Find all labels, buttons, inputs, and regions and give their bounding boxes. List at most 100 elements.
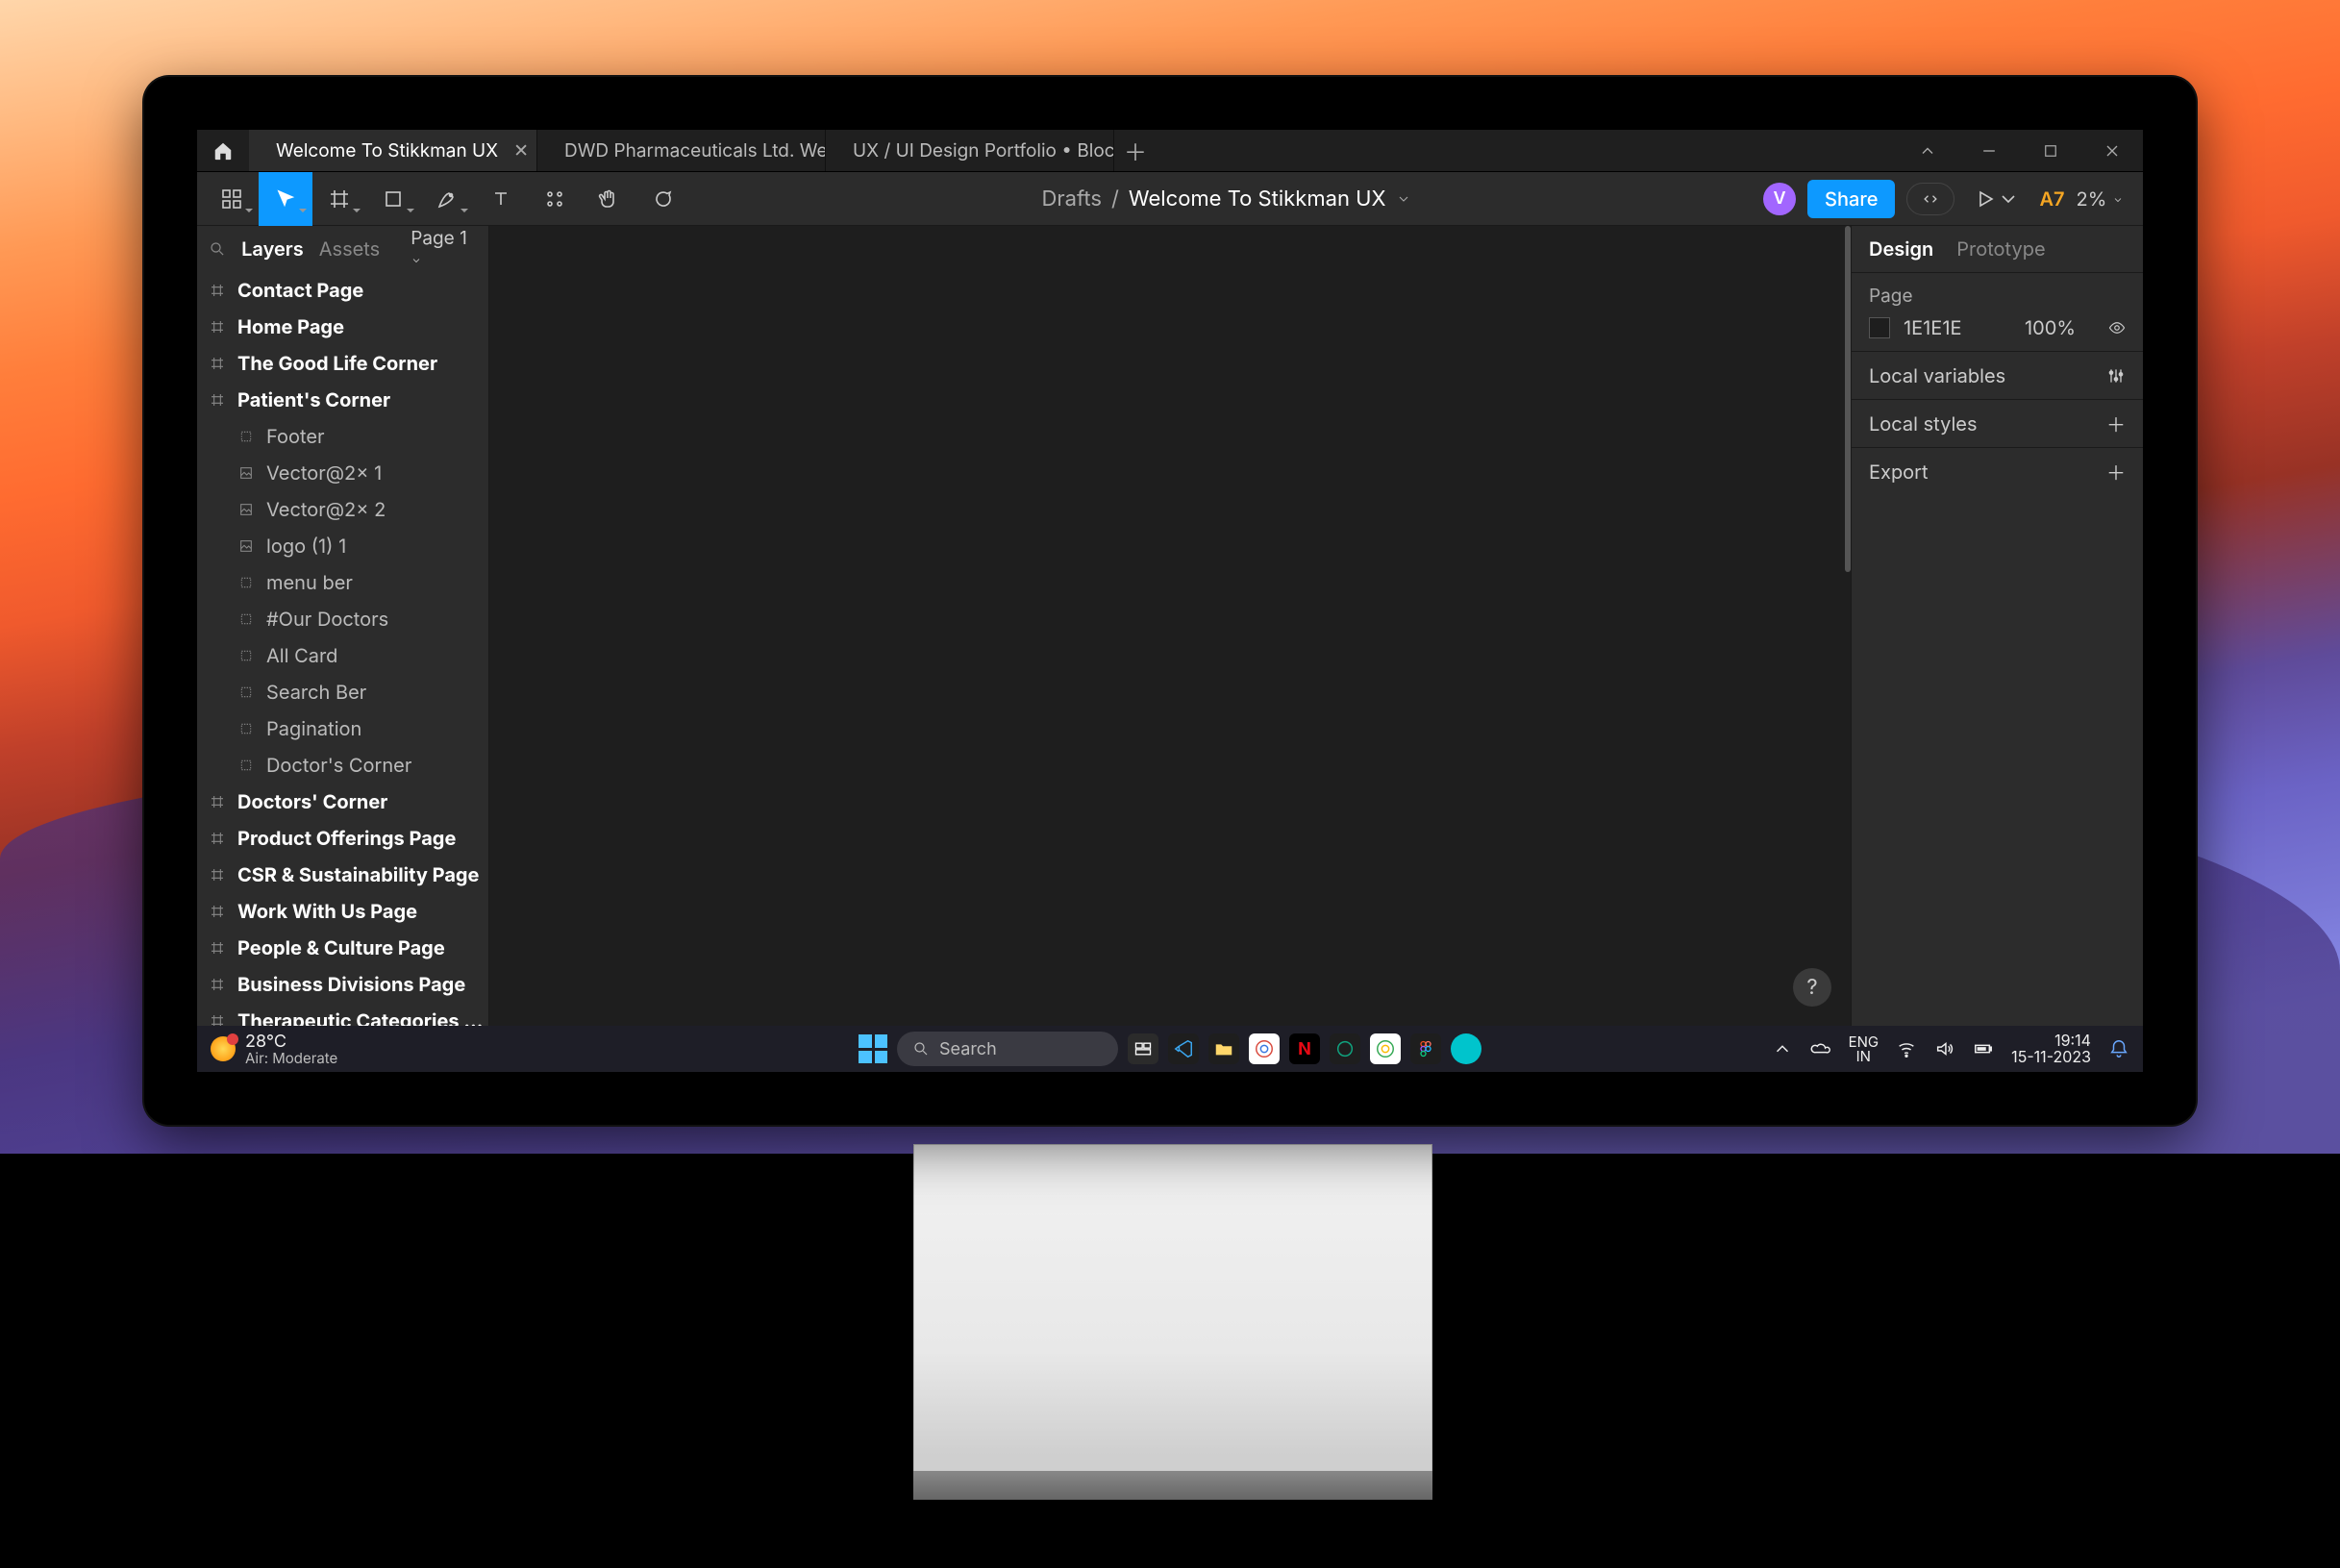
resources-button[interactable] — [528, 172, 582, 226]
layer-frame[interactable]: Contact Page — [197, 272, 488, 309]
share-button[interactable]: Share — [1807, 180, 1895, 218]
layer-frame[interactable]: Business Divisions Page — [197, 966, 488, 1003]
layer-frame[interactable]: The Good Life Corner — [197, 345, 488, 382]
comment-tool-button[interactable] — [635, 172, 689, 226]
local-variables-button[interactable]: Local variables — [1852, 351, 2143, 399]
onedrive-icon[interactable] — [1810, 1038, 1831, 1059]
tab-active[interactable]: Welcome To Stikkman UX ✕ — [249, 130, 537, 171]
design-tab[interactable]: Design — [1869, 237, 1933, 261]
layer-child[interactable]: #Our Doctors — [197, 601, 488, 637]
layers-list[interactable]: Contact Page Home Page The Good Life Cor… — [197, 272, 488, 1026]
background-swatch[interactable] — [1869, 317, 1890, 338]
tab-item[interactable]: UX / UI Design Portfolio • Blocs App f — [826, 130, 1114, 171]
home-tab[interactable] — [197, 130, 249, 171]
group-icon — [237, 574, 255, 591]
new-tab-button[interactable]: ＋ — [1114, 130, 1157, 171]
layers-tab[interactable]: Layers — [241, 237, 304, 261]
clock[interactable]: 19:14 15-11-2023 — [2011, 1033, 2091, 1065]
layer-child[interactable]: menu ber — [197, 564, 488, 601]
window-maximize-button[interactable] — [2020, 130, 2081, 171]
battery-icon[interactable] — [1973, 1038, 1994, 1059]
netflix-icon[interactable]: N — [1289, 1033, 1320, 1064]
assets-tab[interactable]: Assets — [319, 237, 380, 261]
search-icon — [912, 1040, 930, 1058]
layer-child[interactable]: Vector@2x 2 — [197, 491, 488, 528]
local-styles-button[interactable]: Local styles ＋ — [1852, 399, 2143, 447]
group-icon — [237, 720, 255, 737]
layer-child[interactable]: Footer — [197, 418, 488, 455]
frame-icon — [209, 939, 226, 957]
layer-child[interactable]: Doctor's Corner — [197, 747, 488, 784]
tray-expand-icon[interactable] — [1772, 1038, 1793, 1059]
layer-child[interactable]: Search Ber — [197, 674, 488, 710]
layer-frame[interactable]: Product Offerings Page — [197, 820, 488, 857]
layer-frame[interactable]: Home Page — [197, 309, 488, 345]
canva-icon[interactable] — [1451, 1033, 1481, 1064]
chevron-down-icon — [411, 255, 422, 266]
layer-frame[interactable]: Doctors' Corner — [197, 784, 488, 820]
frame-icon — [209, 282, 226, 299]
background-hex[interactable]: 1E1E1E — [1904, 316, 1961, 339]
canvas-scrollbar[interactable] — [1845, 226, 1851, 572]
frame-icon — [209, 976, 226, 993]
pen-tool-button[interactable] — [420, 172, 474, 226]
weather-widget[interactable]: 28°C Air: Moderate — [211, 1033, 337, 1065]
layer-frame[interactable]: CSR & Sustainability Page — [197, 857, 488, 893]
group-icon — [237, 647, 255, 664]
main-menu-button[interactable] — [205, 172, 259, 226]
window-close-button[interactable] — [2081, 130, 2143, 171]
language-indicator[interactable]: ENG IN — [1849, 1034, 1879, 1063]
file-explorer-icon[interactable] — [1208, 1033, 1239, 1064]
notifications-icon[interactable] — [2108, 1038, 2129, 1059]
tab-item[interactable]: DWD Pharmaceuticals Ltd. Website U — [537, 130, 826, 171]
breadcrumb[interactable]: Drafts / Welcome To Stikkman UX — [689, 187, 1763, 212]
group-icon — [237, 610, 255, 628]
zoom-level[interactable]: 2% — [2077, 187, 2124, 211]
window-menu-button[interactable] — [1897, 130, 1958, 171]
group-icon — [237, 428, 255, 445]
vscode-icon[interactable] — [1168, 1033, 1199, 1064]
frame-tool-button[interactable] — [312, 172, 366, 226]
page-selector[interactable]: Page 1 — [411, 227, 477, 271]
visibility-icon[interactable] — [2108, 319, 2126, 336]
volume-icon[interactable] — [1934, 1038, 1955, 1059]
avatar[interactable]: V — [1763, 183, 1796, 215]
document-title: Welcome To Stikkman UX — [1129, 187, 1386, 212]
tab-label: UX / UI Design Portfolio • Blocs App f — [853, 139, 1114, 162]
hand-tool-button[interactable] — [582, 172, 635, 226]
help-button[interactable]: ? — [1793, 968, 1831, 1007]
chatgpt-icon[interactable] — [1330, 1033, 1360, 1064]
image-icon — [237, 537, 255, 555]
task-view-icon[interactable] — [1128, 1033, 1158, 1064]
sliders-icon — [2106, 366, 2126, 386]
taskbar-search[interactable]: Search — [897, 1032, 1118, 1066]
canvas[interactable]: ? — [489, 226, 1851, 1026]
layer-child[interactable]: Vector@2x 1 — [197, 455, 488, 491]
dev-mode-toggle[interactable] — [1906, 183, 1954, 215]
close-icon[interactable]: ✕ — [513, 139, 529, 162]
layer-frame[interactable]: People & Culture Page — [197, 930, 488, 966]
search-icon[interactable] — [209, 239, 226, 259]
move-tool-button[interactable] — [259, 172, 312, 226]
start-button[interactable] — [859, 1034, 887, 1063]
window-minimize-button[interactable] — [1958, 130, 2020, 171]
background-opacity[interactable]: 100% — [2025, 316, 2076, 339]
export-button[interactable]: Export ＋ — [1852, 447, 2143, 495]
wifi-icon[interactable] — [1896, 1038, 1917, 1059]
plus-icon: ＋ — [2106, 410, 2126, 437]
present-button[interactable] — [1966, 172, 2028, 226]
layer-child[interactable]: logo (1) 1 — [197, 528, 488, 564]
layer-child[interactable]: All Card — [197, 637, 488, 674]
missing-fonts-badge[interactable]: A7 — [2039, 187, 2064, 211]
shape-tool-button[interactable] — [366, 172, 420, 226]
group-icon — [237, 684, 255, 701]
layer-frame[interactable]: Work With Us Page — [197, 893, 488, 930]
prototype-tab[interactable]: Prototype — [1956, 237, 2045, 261]
chrome-icon[interactable] — [1249, 1033, 1280, 1064]
layer-frame[interactable]: Patient's Corner — [197, 382, 488, 418]
text-tool-button[interactable] — [474, 172, 528, 226]
figma-taskbar-icon[interactable] — [1410, 1033, 1441, 1064]
layer-frame[interactable]: Therapeutic Categories Page — [197, 1003, 488, 1026]
chrome-dev-icon[interactable] — [1370, 1033, 1401, 1064]
layer-child[interactable]: Pagination — [197, 710, 488, 747]
